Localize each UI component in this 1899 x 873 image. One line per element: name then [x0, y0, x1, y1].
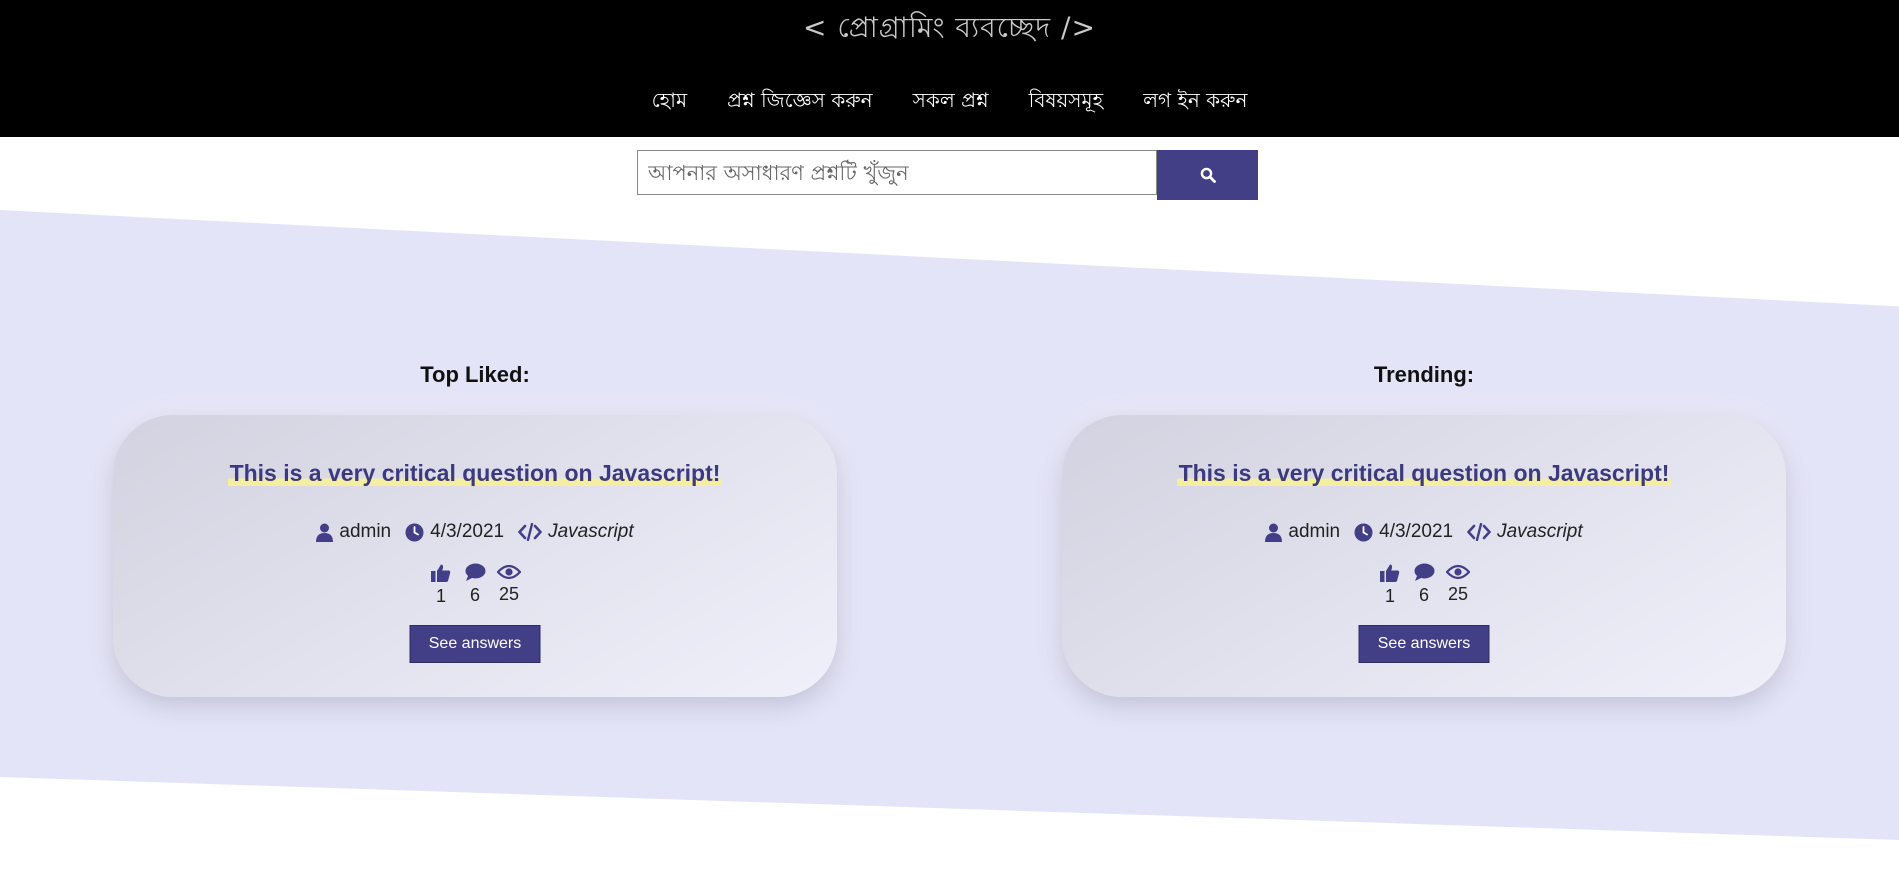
eye-icon [497, 564, 521, 580]
nav-item-login[interactable]: লগ ইন করুন [1143, 86, 1247, 119]
code-icon [1467, 523, 1491, 541]
nav-item-topics[interactable]: বিষয়সমূহ [1029, 86, 1104, 119]
views-count: 25 [1447, 584, 1469, 604]
likes-count: 1 [1384, 586, 1395, 606]
question-stats: 1 6 25 [1062, 563, 1786, 607]
section-heading-trending: Trending: [1373, 362, 1475, 387]
thumbs-up-icon [431, 564, 451, 582]
comment-icon [1414, 563, 1434, 581]
author-name: admin [1288, 521, 1341, 542]
question-meta: admin 4/3/2021 Javascript [113, 521, 837, 543]
comment-icon [465, 563, 485, 581]
see-answers-button[interactable]: See answers [409, 625, 541, 663]
question-stats: 1 6 25 [113, 563, 837, 607]
topic-tag[interactable]: Javascript [1497, 521, 1583, 543]
user-icon [316, 523, 334, 542]
post-date: 4/3/2021 [430, 521, 505, 542]
question-card: This is a very critical question on Java… [113, 415, 837, 697]
search-button[interactable] [1157, 150, 1258, 200]
likes-count: 1 [435, 586, 446, 606]
author-name: admin [339, 521, 392, 542]
code-icon [518, 523, 542, 541]
nav-item-ask-question[interactable]: প্রশ্ন জিজ্ঞেস করুন [727, 86, 873, 119]
question-title[interactable]: This is a very critical question on Java… [227, 460, 723, 486]
question-card: This is a very critical question on Java… [1062, 415, 1786, 697]
topic-tag[interactable]: Javascript [548, 521, 634, 543]
thumbs-up-icon [1380, 564, 1400, 582]
search-input[interactable] [637, 150, 1157, 195]
clock-icon [1354, 523, 1373, 541]
views-count: 25 [498, 584, 520, 604]
main-nav: হোম প্রশ্ন জিজ্ঞেস করুন সকল প্রশ্ন বিষয়… [0, 86, 1899, 119]
search-icon [1200, 167, 1216, 183]
nav-item-all-questions[interactable]: সকল প্রশ্ন [913, 86, 989, 119]
question-title[interactable]: This is a very critical question on Java… [1176, 460, 1672, 486]
site-logo[interactable]: < প্রোগ্রামিং ব্যবচ্ছেদ /> [0, 6, 1899, 53]
nav-item-home[interactable]: হোম [652, 86, 688, 119]
search-bar [637, 150, 1258, 200]
comments-count: 6 [1418, 585, 1429, 605]
clock-icon [405, 523, 424, 541]
post-date: 4/3/2021 [1379, 521, 1454, 542]
comments-count: 6 [469, 585, 480, 605]
site-header: < প্রোগ্রামিং ব্যবচ্ছেদ /> হোম প্রশ্ন জি… [0, 0, 1899, 137]
see-answers-button[interactable]: See answers [1358, 625, 1490, 663]
eye-icon [1446, 564, 1470, 580]
section-heading-top-liked: Top Liked: [420, 362, 530, 387]
user-icon [1265, 523, 1283, 542]
question-meta: admin 4/3/2021 Javascript [1062, 521, 1786, 543]
